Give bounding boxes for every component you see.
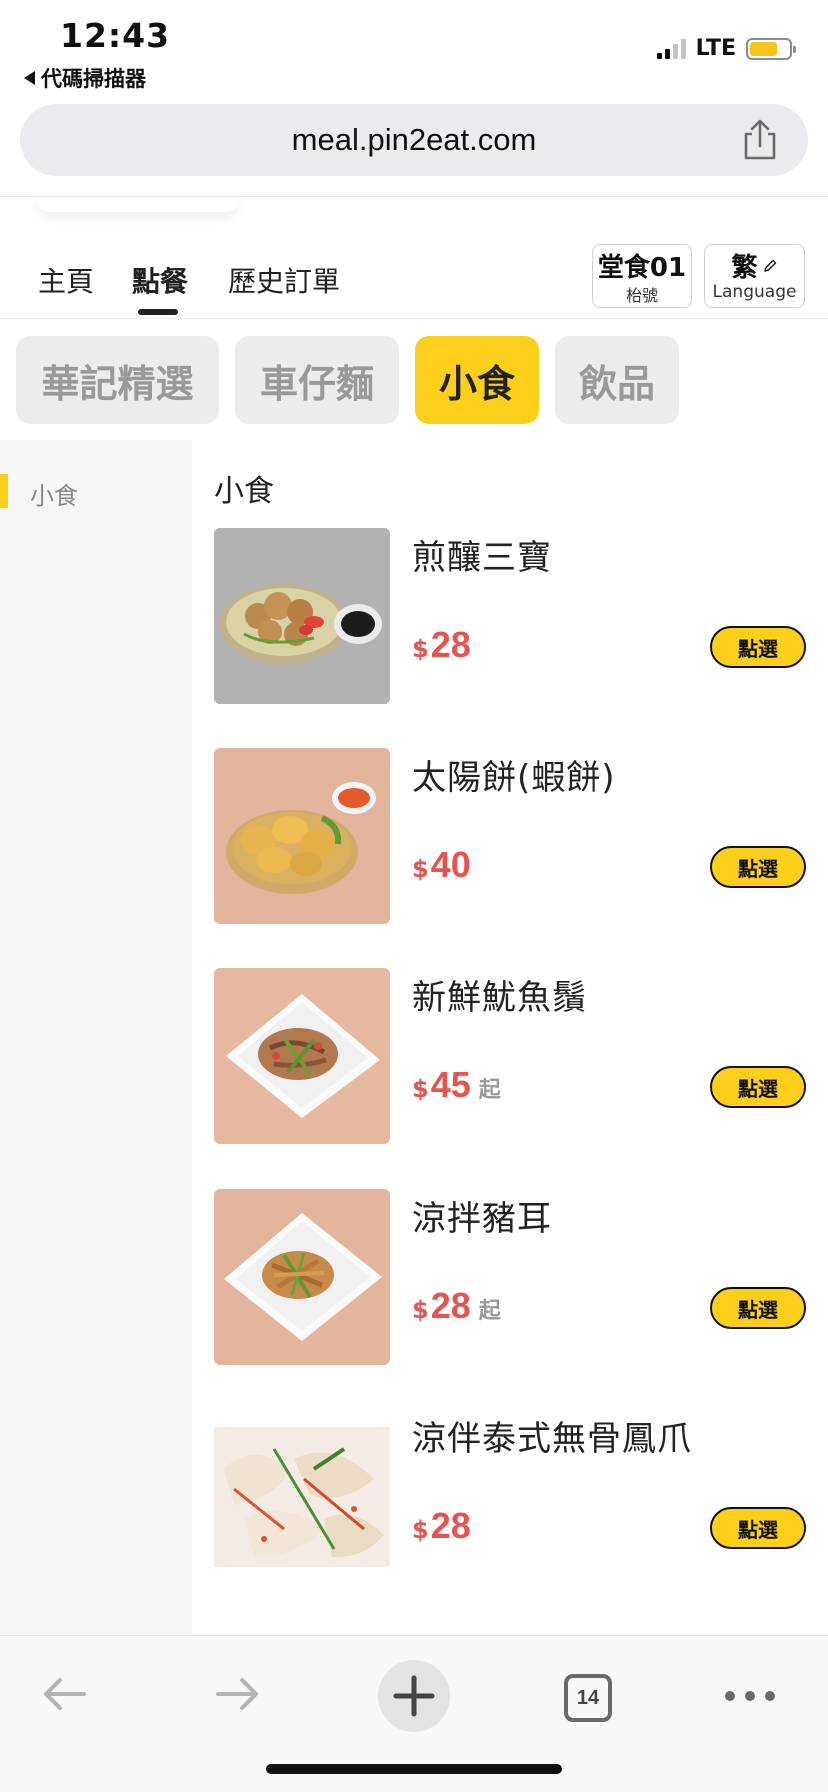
price-from-label: 起: [478, 1078, 501, 1103]
item-price: $ 40: [412, 844, 471, 886]
tab-home[interactable]: 主頁: [38, 260, 94, 300]
table-number-label: 枱號: [625, 286, 658, 305]
select-button[interactable]: 點選: [710, 1066, 806, 1108]
item-name: 煎釀三寶: [412, 538, 552, 578]
select-button[interactable]: 點選: [710, 846, 806, 888]
item-price: $ 45 起: [412, 1064, 501, 1106]
more-dots-icon: [725, 1691, 775, 1701]
category-sidebar: 小食: [0, 440, 192, 1635]
back-button[interactable]: [38, 1668, 90, 1724]
item-price: $ 28: [412, 624, 471, 666]
price-from-label: 起: [478, 1299, 501, 1324]
price-amount: 28: [430, 1505, 471, 1546]
currency-symbol: $: [412, 855, 429, 883]
tab-count: 14: [576, 1687, 600, 1709]
tab-order-history[interactable]: 歷史訂單: [228, 260, 340, 300]
category-drinks[interactable]: 飲品: [555, 336, 679, 424]
menu-item[interactable]: 太陽餅(蝦餅) $ 40 點選: [214, 748, 814, 924]
language-current: 繁: [731, 253, 758, 283]
price-amount: 45: [430, 1064, 471, 1105]
table-number: 堂食01: [597, 253, 687, 283]
status-time: 12:43: [60, 16, 171, 55]
price-amount: 28: [430, 624, 471, 665]
menu-item[interactable]: 煎釀三寶 $ 28 點選: [214, 528, 814, 704]
back-triangle-icon: [24, 71, 35, 85]
select-button[interactable]: 點選: [710, 626, 806, 668]
select-button[interactable]: 點選: [710, 1507, 806, 1549]
food-photo: [214, 1189, 390, 1365]
language-button[interactable]: 繁 Language: [704, 244, 805, 308]
url-bar[interactable]: meal.pin2eat.com: [20, 104, 808, 176]
currency-symbol: $: [412, 1516, 429, 1544]
share-icon: [744, 119, 776, 160]
category-cart-noodles[interactable]: 車仔麵: [235, 336, 399, 424]
menu-item[interactable]: 涼伴泰式無骨鳳爪 $ 28 點選: [214, 1409, 814, 1585]
battery-icon: [746, 37, 796, 60]
status-indicators: LTE: [656, 36, 796, 61]
menu-item[interactable]: 涼拌豬耳 $ 28 起 點選: [214, 1189, 814, 1365]
item-name: 涼拌豬耳: [412, 1199, 552, 1239]
currency-symbol: $: [412, 1296, 429, 1324]
item-name: 太陽餅(蝦餅): [412, 758, 616, 798]
plus-icon: [393, 1675, 435, 1717]
price-amount: 40: [430, 844, 471, 885]
food-photo: [214, 748, 390, 924]
section-title: 小食: [214, 474, 274, 509]
main-nav: 主頁 點餐 歷史訂單 堂食01 枱號 繁 Language: [0, 240, 828, 320]
select-button[interactable]: 點選: [710, 1287, 806, 1329]
price-amount: 28: [430, 1285, 471, 1326]
food-photo: [214, 1409, 390, 1585]
arrow-right-icon: [216, 1678, 258, 1710]
category-bar: 華記精選 車仔麵 小食 飲品: [16, 336, 679, 424]
sidebar-item-snacks[interactable]: 小食: [0, 472, 192, 512]
arrow-left-icon: [44, 1678, 86, 1710]
status-bar: 12:43 代碼掃描器 LTE: [0, 0, 828, 95]
language-label: Language: [712, 282, 797, 302]
item-name: 涼伴泰式無骨鳳爪: [412, 1419, 692, 1459]
sidebar-item-label: 小食: [30, 482, 78, 510]
network-label: LTE: [695, 36, 736, 61]
menu-item[interactable]: 新鮮魷魚鬚 $ 45 起 點選: [214, 968, 814, 1144]
home-indicator: [266, 1764, 562, 1774]
header-divider: [0, 196, 828, 197]
tab-order[interactable]: 點餐: [132, 260, 188, 300]
tabs-button[interactable]: 14: [564, 1674, 612, 1722]
table-number-badge: 堂食01 枱號: [592, 244, 692, 308]
item-price: $ 28: [412, 1505, 471, 1547]
category-featured[interactable]: 華記精選: [16, 336, 219, 424]
currency-symbol: $: [412, 1075, 429, 1103]
category-snacks[interactable]: 小食: [415, 336, 539, 424]
back-app-label: 代碼掃描器: [41, 67, 146, 91]
food-photo: [214, 968, 390, 1144]
share-button[interactable]: [740, 118, 780, 162]
item-price: $ 28 起: [412, 1285, 501, 1327]
url-text[interactable]: meal.pin2eat.com: [20, 122, 808, 158]
edit-pencil-icon: [763, 259, 776, 272]
signal-icon: [656, 38, 686, 59]
item-name: 新鮮魷魚鬚: [412, 978, 587, 1018]
currency-symbol: $: [412, 635, 429, 663]
more-menu-button[interactable]: [724, 1686, 776, 1710]
forward-button[interactable]: [212, 1668, 264, 1724]
back-to-app-link[interactable]: 代碼掃描器: [24, 63, 146, 93]
new-tab-button[interactable]: [378, 1660, 450, 1732]
sidebar-active-indicator: [0, 474, 8, 508]
food-photo: [214, 528, 390, 704]
nav-divider: [0, 318, 828, 319]
active-tab-indicator: [138, 309, 178, 315]
header-shadow: [36, 198, 240, 212]
